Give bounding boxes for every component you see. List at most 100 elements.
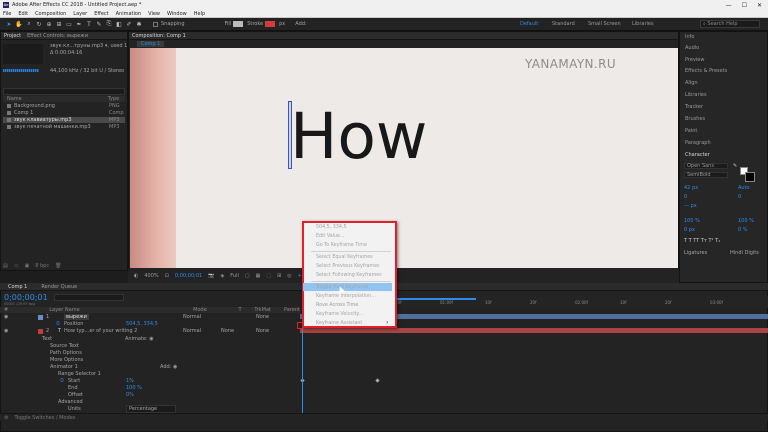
menu-edit[interactable]: Edit <box>18 11 28 17</box>
menu-effect[interactable]: Effect <box>94 11 108 17</box>
panel-align[interactable]: Align <box>685 80 698 86</box>
pan-behind-tool-icon[interactable]: ⊞ <box>55 20 63 28</box>
composition-canvas[interactable]: YANAMAYN.RU How <box>130 48 678 268</box>
workspace-libraries[interactable]: Libraries <box>632 21 654 27</box>
layer-row-1[interactable]: ◉ 1 вырежи Normal None <box>0 314 300 320</box>
eyedropper-icon[interactable]: ✎ <box>733 163 737 169</box>
panel-preview[interactable]: Preview <box>685 57 704 63</box>
menu-animation[interactable]: Animation <box>116 11 142 17</box>
prop-row[interactable]: Animator 1 Add: ◉ <box>0 364 300 370</box>
layer-name[interactable]: вырежи <box>64 314 89 320</box>
menu-item-keyframe-interpolation[interactable]: Keyframe Interpolation... <box>303 292 392 300</box>
panel-effects-presets[interactable]: Effects & Presets <box>685 68 727 74</box>
prop-row[interactable]: More Options <box>0 357 300 363</box>
panel-character[interactable]: Character <box>685 152 710 158</box>
prop-value[interactable]: Add: ◉ <box>160 364 177 370</box>
font-style-select[interactable]: SemiBold <box>684 172 728 178</box>
prop-row[interactable]: Source Text <box>0 343 300 349</box>
prop-row[interactable]: Range Selector 1 <box>0 371 300 377</box>
stroke-color-swatch[interactable] <box>745 172 755 182</box>
menu-help[interactable]: Help <box>194 11 205 17</box>
project-item-background[interactable]: Background.png PNG <box>3 103 125 109</box>
menu-item-value[interactable]: 504,5, 334,5 <box>303 223 392 231</box>
toggle-switches-modes[interactable]: Toggle Switches / Modes <box>14 415 75 421</box>
panel-tracker[interactable]: Tracker <box>685 104 703 110</box>
workspace-small-screen[interactable]: Small Screen <box>588 21 621 27</box>
column-trkmat[interactable]: TrkMat <box>254 307 278 313</box>
region-of-interest-icon[interactable]: ▢ <box>245 273 250 279</box>
zoom-level[interactable]: 400% <box>144 273 158 279</box>
units-select[interactable]: Percentage <box>126 405 177 413</box>
menu-item-select-equal-keyframes[interactable]: Select Equal Keyframes <box>303 253 392 261</box>
close-icon[interactable]: ✕ <box>757 2 762 9</box>
prop-row[interactable]: Path Options <box>0 350 300 356</box>
timeline-search-input[interactable] <box>54 294 124 301</box>
grid-guide-icon[interactable]: ⊞ <box>277 273 281 279</box>
new-composition-icon[interactable]: ▣ <box>24 263 29 269</box>
mask-visibility-icon[interactable]: ◎ <box>287 273 291 279</box>
tab-composition[interactable]: Composition: Comp 1 <box>132 33 186 39</box>
menu-item-select-previous-keyframes[interactable]: Select Previous Keyframes <box>303 262 392 270</box>
menu-item-keyframe-velocity[interactable]: Keyframe Velocity... <box>303 310 392 318</box>
snapshot-icon[interactable]: 📷 <box>208 273 214 279</box>
label-color-swatch[interactable] <box>38 328 43 334</box>
type-tool-icon[interactable]: T <box>85 20 93 28</box>
tab-project[interactable]: Project <box>4 33 21 39</box>
menu-composition[interactable]: Composition <box>35 11 66 17</box>
camera-tool-icon[interactable]: ⊕ <box>45 20 53 28</box>
search-help-input[interactable]: ⌕ Search Help <box>700 20 760 28</box>
menu-view[interactable]: View <box>148 11 160 17</box>
column-parent[interactable]: Parent <box>284 307 300 313</box>
roto-brush-tool-icon[interactable]: ✐ <box>125 20 133 28</box>
layer-parent[interactable]: None <box>256 328 269 334</box>
timeline-timecode[interactable]: 0;00;00;01 <box>4 293 48 302</box>
font-family-select[interactable]: Open Sans <box>684 163 728 169</box>
rectangle-tool-icon[interactable]: ▭ <box>65 20 73 28</box>
prop-row[interactable]: End 100 % <box>0 385 300 391</box>
menu-layer[interactable]: Layer <box>73 11 87 17</box>
pen-tool-icon[interactable]: ✒ <box>75 20 83 28</box>
column-type[interactable]: Type <box>108 96 119 102</box>
always-preview-icon[interactable]: ◐ <box>134 273 138 279</box>
layer-row-2[interactable]: ◉ 2 T How typ...er of your writing 2 Nor… <box>0 328 300 334</box>
layer-mode[interactable]: Normal <box>183 314 201 320</box>
workspace-standard[interactable]: Standard <box>552 21 575 27</box>
canvas-text-how[interactable]: How <box>290 105 427 168</box>
maximize-icon[interactable]: ☐ <box>742 2 747 9</box>
prop-row[interactable]: Offset 0% <box>0 392 300 398</box>
property-value[interactable]: 504,5, 334,5 <box>126 321 158 327</box>
fit-icon[interactable]: ⊡ <box>165 273 169 279</box>
ligatures-checkbox[interactable]: Ligatures <box>684 250 707 256</box>
panel-audio[interactable]: Audio <box>685 45 699 51</box>
column-name[interactable]: Name <box>7 96 22 102</box>
column-mode[interactable]: Mode <box>193 307 232 313</box>
brush-tool-icon[interactable]: ✎ <box>95 20 103 28</box>
menu-item-go-to-keyframe-time[interactable]: Go To Keyframe Time <box>303 241 392 249</box>
column-t[interactable]: T <box>239 307 249 313</box>
transparency-grid-icon[interactable]: ▦ <box>256 273 261 279</box>
bpc-label[interactable]: 8 bpc <box>35 263 49 269</box>
panel-brushes[interactable]: Brushes <box>685 116 705 122</box>
panel-info[interactable]: Info <box>685 34 694 40</box>
project-search-input[interactable] <box>3 88 125 95</box>
show-channel-icon[interactable]: ◈ <box>220 273 224 279</box>
viewer-timecode[interactable]: 0;00;00;01 <box>175 273 202 279</box>
visibility-eye-icon[interactable]: ◉ <box>4 314 8 320</box>
puppet-tool-icon[interactable]: ✱ <box>135 20 143 28</box>
layer-mode[interactable]: Normal <box>183 328 201 334</box>
prop-row[interactable]: ⏱ Start 1% <box>0 378 300 384</box>
layer-property-position[interactable]: ⏱ Position 504,5, 334,5 <box>0 321 300 327</box>
font-style-buttons[interactable]: T T TT Tт T¹ T₁ <box>684 238 720 244</box>
panel-paint[interactable]: Paint <box>685 128 697 134</box>
clone-stamp-tool-icon[interactable]: ⎘ <box>105 20 113 28</box>
snapping-checkbox[interactable] <box>153 21 158 27</box>
column-layer-name[interactable]: Layer Name <box>49 307 187 313</box>
panel-paragraph[interactable]: Paragraph <box>685 140 711 146</box>
tab-effect-controls[interactable]: Effect Controls: вырежи <box>27 33 88 39</box>
layer-name[interactable]: How typ...er of your writing 2 <box>64 328 137 334</box>
stroke-swatch[interactable] <box>265 21 276 27</box>
selection-tool-icon[interactable]: ➤ <box>5 20 13 28</box>
panel-libraries[interactable]: Libraries <box>685 92 707 98</box>
menu-item-keyframe-assistant[interactable]: Keyframe Assistant <box>303 319 392 327</box>
menu-item-select-following-keyframes[interactable]: Select Following Keyframes <box>303 271 392 279</box>
